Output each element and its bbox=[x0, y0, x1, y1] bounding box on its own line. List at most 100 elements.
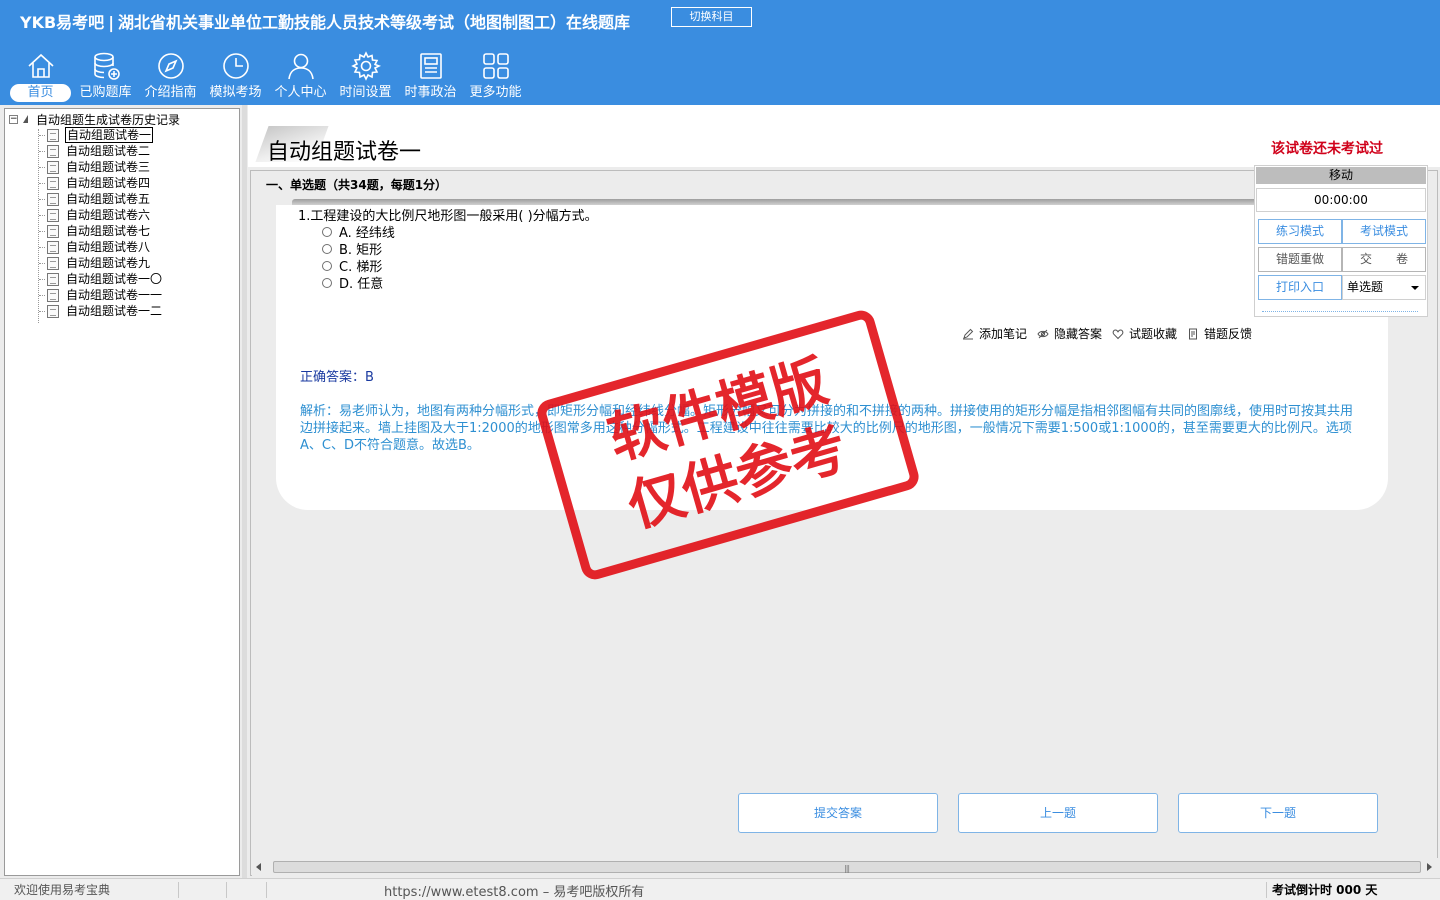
print-button[interactable]: 打印入口 bbox=[1258, 275, 1342, 300]
horizontal-scrollbar[interactable]: ||| bbox=[252, 858, 1438, 876]
user-icon bbox=[287, 53, 314, 80]
tree-item[interactable]: 自动组题试卷一二 bbox=[39, 303, 163, 319]
switch-subject-button[interactable]: 切换科目 bbox=[671, 7, 752, 27]
radio-a[interactable] bbox=[322, 226, 332, 237]
tree-item[interactable]: 自动组题试卷九 bbox=[39, 255, 163, 271]
tree-connector bbox=[39, 182, 45, 184]
scroll-right-icon[interactable] bbox=[1427, 863, 1432, 871]
document-icon bbox=[47, 288, 59, 302]
mini-panel-scrollbar[interactable] bbox=[1262, 311, 1418, 316]
tree-connector bbox=[39, 246, 45, 248]
status-divider bbox=[226, 882, 227, 898]
database-icon bbox=[93, 52, 120, 80]
tree-item-label: 自动组题试卷一〇 bbox=[66, 272, 163, 286]
nav-purchased-label: 已购题库 bbox=[79, 85, 132, 100]
scroll-left-icon[interactable] bbox=[256, 863, 261, 871]
option-c[interactable]: C. 梯形 bbox=[322, 257, 395, 275]
tree-connector bbox=[39, 262, 45, 264]
tree-item[interactable]: 自动组题试卷七 bbox=[39, 223, 163, 239]
next-question-button[interactable]: 下一题 bbox=[1178, 793, 1378, 833]
nav-guide[interactable]: 介绍指南 bbox=[138, 46, 203, 104]
radio-d[interactable] bbox=[322, 277, 332, 288]
tree-list: 自动组题试卷一 自动组题试卷二 自动组题试卷三 自动组题试卷四 自动组题试卷五 自动组题试… bbox=[39, 127, 163, 319]
exam-mode-button[interactable]: 考试模式 bbox=[1342, 219, 1426, 244]
status-divider bbox=[1266, 882, 1267, 898]
nav-personal[interactable]: 个人中心 bbox=[268, 46, 333, 104]
tree-item[interactable]: 自动组题试卷一 bbox=[39, 127, 163, 143]
document-icon bbox=[47, 272, 59, 286]
clock-icon bbox=[222, 53, 249, 79]
nav-personal-label: 个人中心 bbox=[274, 85, 327, 100]
mini-panel-drag-handle[interactable]: 移动 bbox=[1256, 167, 1426, 184]
exam-title: 湖北省机关事业单位工勤技能人员技术等级考试（地图制图工）在线题库 bbox=[118, 13, 631, 32]
question-type-select[interactable]: 单选题 bbox=[1342, 275, 1426, 300]
gear-icon bbox=[350, 51, 381, 81]
tree-item-label: 自动组题试卷一 bbox=[65, 127, 154, 143]
tree-item[interactable]: 自动组题试卷八 bbox=[39, 239, 163, 255]
tree-item[interactable]: 自动组题试卷一〇 bbox=[39, 271, 163, 287]
add-note-label: 添加笔记 bbox=[979, 327, 1028, 341]
tree-connector bbox=[39, 294, 45, 296]
nav-time-settings[interactable]: 时间设置 bbox=[333, 46, 398, 104]
tree-item[interactable]: 自动组题试卷三 bbox=[39, 159, 163, 175]
main-nav: 首页 已购题库 介绍指南 模拟考场 个人中心 时间设置 时事政治 更多功能 bbox=[8, 46, 528, 104]
app-header: YKB易考吧 | 湖北省机关事业单位工勤技能人员技术等级考试（地图制图工）在线题库 … bbox=[0, 0, 1440, 105]
document-icon bbox=[47, 304, 59, 318]
tree-item-label: 自动组题试卷五 bbox=[66, 192, 151, 206]
nav-home[interactable]: 首页 bbox=[8, 46, 73, 104]
tree-item[interactable]: 自动组题试卷五 bbox=[39, 191, 163, 207]
collapse-icon[interactable]: − bbox=[9, 114, 18, 124]
tree-item[interactable]: 自动组题试卷四 bbox=[39, 175, 163, 191]
radio-c[interactable] bbox=[322, 260, 332, 271]
submit-paper-button[interactable]: 交 卷 bbox=[1342, 247, 1426, 272]
newspaper-icon bbox=[419, 53, 442, 79]
tree-item-label: 自动组题试卷二 bbox=[66, 144, 151, 158]
panel-splitter[interactable] bbox=[242, 105, 247, 880]
tree-item-label: 自动组题试卷四 bbox=[66, 176, 151, 190]
nav-purchased[interactable]: 已购题库 bbox=[73, 46, 138, 104]
radio-b[interactable] bbox=[322, 243, 332, 254]
nav-time-settings-label: 时间设置 bbox=[339, 85, 392, 100]
tree-item[interactable]: 自动组题试卷二 bbox=[39, 143, 163, 159]
question-actions: 添加笔记 隐藏答案 试题收藏 错题反馈 bbox=[962, 325, 1262, 342]
nav-current-affairs[interactable]: 时事政治 bbox=[398, 46, 463, 104]
grip-icon: ||| bbox=[844, 864, 850, 873]
option-b[interactable]: B. 矩形 bbox=[322, 240, 395, 258]
document-icon bbox=[47, 208, 59, 222]
practice-mode-button[interactable]: 练习模式 bbox=[1258, 219, 1342, 244]
home-icon bbox=[27, 53, 54, 78]
tree-item[interactable]: 自动组题试卷一一 bbox=[39, 287, 163, 303]
option-a[interactable]: A. 经纬线 bbox=[322, 223, 395, 241]
nav-mock-exam-label: 模拟考场 bbox=[209, 85, 262, 100]
error-feedback-label: 错题反馈 bbox=[1204, 327, 1253, 341]
error-feedback-button[interactable]: 错题反馈 bbox=[1187, 325, 1252, 342]
favorite-button[interactable]: 试题收藏 bbox=[1112, 325, 1177, 342]
nav-more[interactable]: 更多功能 bbox=[463, 46, 528, 104]
paper-title: 自动组题试卷一 bbox=[267, 140, 422, 165]
document-icon bbox=[47, 256, 59, 270]
pencil-icon bbox=[963, 328, 974, 339]
redo-wrong-button[interactable]: 错题重做 bbox=[1258, 247, 1342, 272]
tree-item-label: 自动组题试卷一一 bbox=[66, 288, 163, 302]
nav-mock-exam[interactable]: 模拟考场 bbox=[203, 46, 268, 104]
tree-item-label: 自动组题试卷九 bbox=[66, 256, 151, 270]
scrollbar-thumb[interactable]: ||| bbox=[273, 861, 1421, 873]
hide-answer-button[interactable]: 隐藏答案 bbox=[1037, 325, 1102, 342]
prev-question-button[interactable]: 上一题 bbox=[958, 793, 1158, 833]
folder-triangle-icon bbox=[23, 115, 28, 123]
correct-answer: 正确答案：B bbox=[300, 370, 374, 385]
tree-item-label: 自动组题试卷三 bbox=[66, 160, 151, 174]
heart-icon bbox=[1112, 328, 1124, 339]
add-note-button[interactable]: 添加笔记 bbox=[962, 325, 1027, 342]
status-divider bbox=[266, 882, 267, 898]
tree-connector bbox=[39, 310, 45, 312]
copyright-text: https://www.etest8.com – 易考吧版权所有 bbox=[384, 885, 645, 900]
document-icon bbox=[47, 176, 59, 190]
submit-answer-button[interactable]: 提交答案 bbox=[738, 793, 938, 833]
nav-home-label: 首页 bbox=[10, 84, 71, 102]
tree-root[interactable]: − 自动组题生成试卷历史记录 bbox=[9, 111, 180, 127]
tree-item[interactable]: 自动组题试卷六 bbox=[39, 207, 163, 223]
tree-connector bbox=[39, 230, 45, 232]
document-icon bbox=[47, 224, 59, 238]
option-d[interactable]: D. 任意 bbox=[322, 274, 395, 292]
